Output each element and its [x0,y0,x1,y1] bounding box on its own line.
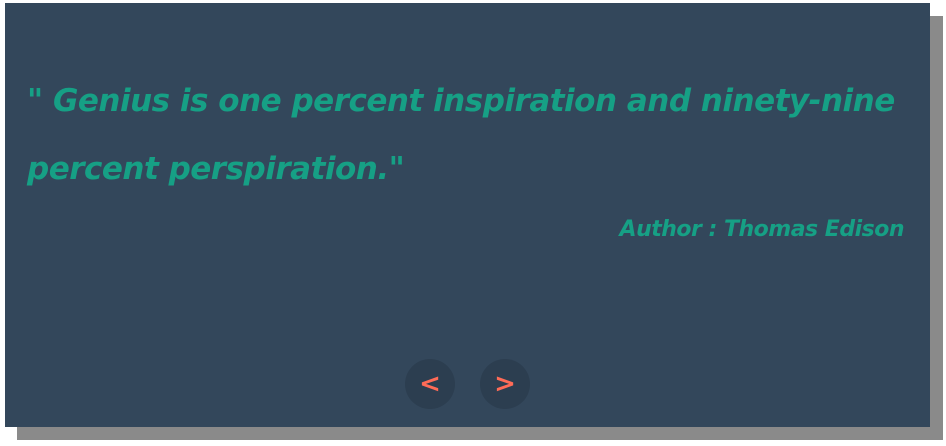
quote-author: Author : Thomas Edison [619,217,905,242]
next-quote-button[interactable]: > [480,359,530,409]
previous-quote-button[interactable]: < [405,359,455,409]
quote-text: " Genius is one percent inspiration and … [27,83,895,187]
quote-card: " Genius is one percent inspiration and … [5,3,930,427]
